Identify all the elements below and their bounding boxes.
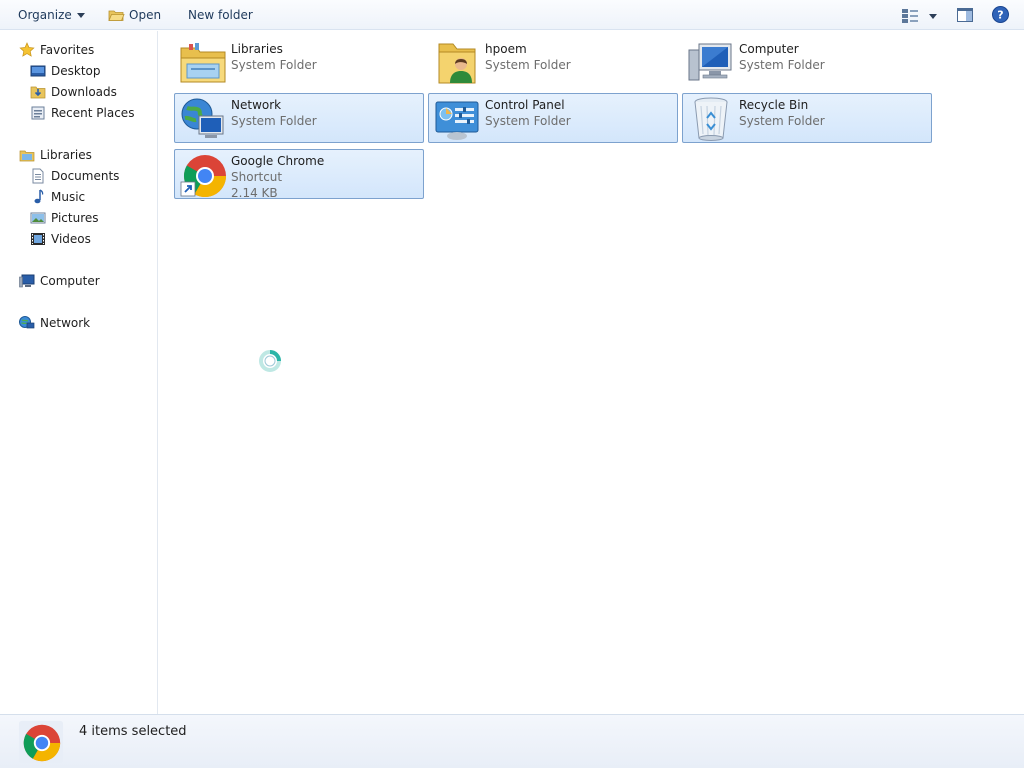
new-folder-label: New folder xyxy=(188,8,253,22)
item-type: Shortcut xyxy=(231,170,283,184)
nav-recent-places-label: Recent Places xyxy=(51,106,135,120)
recent-places-icon xyxy=(31,106,45,120)
item-type: System Folder xyxy=(739,58,825,72)
item-name: Google Chrome xyxy=(231,154,325,168)
open-button[interactable]: Open xyxy=(108,7,161,23)
nav-libraries[interactable]: Libraries xyxy=(19,146,92,164)
item-control-panel[interactable]: Control Panel System Folder xyxy=(428,93,678,143)
item-name: Computer xyxy=(739,42,799,56)
organize-button[interactable]: Organize xyxy=(18,7,85,23)
command-bar: Organize Open New folder ? xyxy=(0,0,1024,30)
navigation-pane: Favorites Desktop Downloads Recent Place… xyxy=(0,31,158,714)
item-google-chrome[interactable]: Google Chrome Shortcut 2.14 KB xyxy=(174,149,424,200)
nav-recent-places[interactable]: Recent Places xyxy=(30,104,134,122)
change-view-button[interactable] xyxy=(902,8,937,24)
item-recycle-bin[interactable]: Recycle Bin System Folder xyxy=(682,93,932,143)
nav-network[interactable]: Network xyxy=(19,314,90,332)
downloads-folder-icon xyxy=(30,86,46,99)
desktop-icon xyxy=(30,65,46,77)
item-type: System Folder xyxy=(485,114,571,128)
file-list: Libraries System Folder hpoem System Fol… xyxy=(159,31,1024,714)
views-icon xyxy=(902,9,918,23)
videos-icon xyxy=(31,233,45,245)
item-name: Control Panel xyxy=(485,98,565,112)
nav-music[interactable]: Music xyxy=(30,188,85,206)
item-computer[interactable]: Computer System Folder xyxy=(682,37,932,87)
nav-libraries-label: Libraries xyxy=(40,148,92,162)
nav-pictures-label: Pictures xyxy=(51,211,99,225)
help-button[interactable]: ? xyxy=(992,5,1009,23)
nav-favorites-label: Favorites xyxy=(40,43,95,57)
libraries-icon xyxy=(19,150,35,162)
network-icon xyxy=(19,316,35,329)
item-type: System Folder xyxy=(485,58,571,72)
preview-pane-button[interactable] xyxy=(957,7,973,23)
nav-desktop[interactable]: Desktop xyxy=(30,62,101,80)
item-type: System Folder xyxy=(231,58,317,72)
user-folder-icon xyxy=(438,43,476,84)
item-name: Recycle Bin xyxy=(739,98,809,112)
network-icon xyxy=(181,98,224,138)
views-dropdown-icon[interactable] xyxy=(929,13,937,19)
preview-pane-icon xyxy=(957,8,973,22)
svg-text:?: ? xyxy=(997,8,1003,21)
help-icon: ? xyxy=(992,5,1009,23)
nav-favorites[interactable]: Favorites xyxy=(19,41,94,59)
chevron-down-icon xyxy=(76,12,85,18)
nav-music-label: Music xyxy=(51,190,86,204)
item-hpoem[interactable]: hpoem System Folder xyxy=(428,37,678,87)
item-name: Libraries xyxy=(231,42,283,56)
nav-computer-label: Computer xyxy=(40,274,100,288)
item-name: hpoem xyxy=(485,42,527,56)
nav-desktop-label: Desktop xyxy=(51,64,101,78)
star-icon xyxy=(19,42,35,57)
new-folder-button[interactable]: New folder xyxy=(188,7,253,23)
computer-icon xyxy=(688,43,732,81)
nav-videos-label: Videos xyxy=(51,232,91,246)
busy-cursor-icon xyxy=(259,350,281,372)
nav-downloads-label: Downloads xyxy=(51,85,117,99)
control-panel-icon xyxy=(435,101,479,140)
organize-label: Organize xyxy=(18,8,72,22)
nav-pictures[interactable]: Pictures xyxy=(30,209,99,227)
chrome-icon xyxy=(180,155,226,198)
open-label: Open xyxy=(129,8,162,22)
pictures-icon xyxy=(30,212,46,224)
chrome-icon xyxy=(18,720,64,764)
item-name: Network xyxy=(231,98,282,112)
item-libraries[interactable]: Libraries System Folder xyxy=(174,37,424,87)
nav-documents-label: Documents xyxy=(51,169,120,183)
libraries-icon xyxy=(180,43,226,83)
nav-documents[interactable]: Documents xyxy=(30,167,119,185)
recycle-bin-icon xyxy=(694,97,728,141)
nav-computer[interactable]: Computer xyxy=(19,272,100,290)
item-type: System Folder xyxy=(739,114,825,128)
nav-downloads[interactable]: Downloads xyxy=(30,83,117,101)
documents-icon xyxy=(32,168,44,184)
item-size: 2.14 KB xyxy=(231,186,278,200)
open-folder-icon xyxy=(108,10,125,21)
music-icon xyxy=(34,189,44,204)
item-type: System Folder xyxy=(231,114,317,128)
nav-network-label: Network xyxy=(40,316,91,330)
item-network[interactable]: Network System Folder xyxy=(174,93,424,143)
selection-status-text: 4 items selected xyxy=(79,724,187,739)
nav-videos[interactable]: Videos xyxy=(30,230,91,248)
details-pane: 4 items selected xyxy=(0,714,1024,768)
computer-icon xyxy=(19,274,35,288)
